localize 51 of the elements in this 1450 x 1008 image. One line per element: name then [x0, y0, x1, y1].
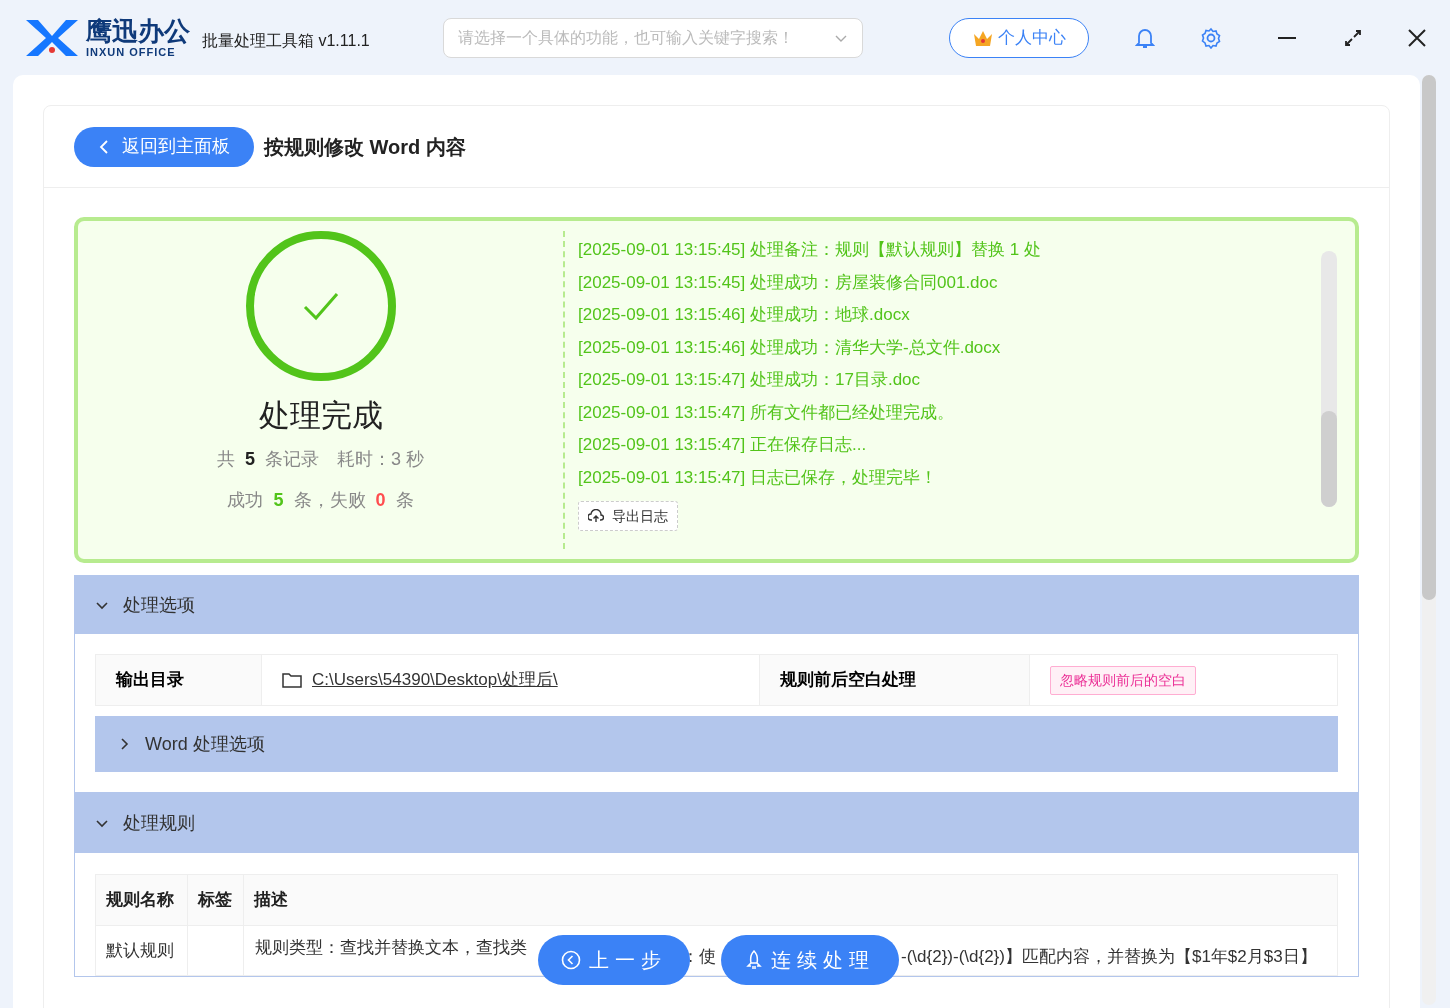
- output-path-link[interactable]: C:\Users\54390\Desktop\处理后\: [312, 667, 558, 693]
- column-header: 规则名称: [96, 875, 188, 925]
- log-line: [2025-09-01 13:15:45] 处理备注：规则【默认规则】替换 1 处: [578, 239, 1042, 261]
- section-header[interactable]: Word 处理选项: [95, 716, 1338, 772]
- field-label: 规则前后空白处理: [760, 655, 1030, 705]
- section-header[interactable]: 处理规则: [75, 793, 1358, 853]
- bell-icon[interactable]: [1135, 26, 1155, 49]
- elapsed-time: 耗时：3 秒: [337, 447, 424, 471]
- minimize-icon[interactable]: [1278, 35, 1296, 40]
- failed-count: 0: [375, 488, 386, 512]
- column-header: 标签: [188, 875, 244, 925]
- log-line: [2025-09-01 13:15:47] 处理成功：17目录.doc: [578, 369, 922, 391]
- success-count: 5: [273, 488, 284, 512]
- app-title: 批量处理工具箱 v1.11.1: [202, 30, 370, 51]
- logo-name: 鹰迅办公: [86, 17, 190, 44]
- logo-subtitle: INXUN OFFICE: [86, 46, 177, 58]
- page-title: 按规则修改 Word 内容: [264, 134, 466, 160]
- continue-button[interactable]: 连续处理: [721, 935, 899, 985]
- option-tag: 忽略规则前后的空白: [1050, 665, 1196, 695]
- log-line: [2025-09-01 13:15:47] 正在保存日志...: [578, 434, 868, 456]
- table-cell: 默认规则: [96, 924, 188, 975]
- log-line: [2025-09-01 13:15:45] 处理成功：房屋装修合同001.doc: [578, 271, 999, 294]
- summary-label: 条，失败: [293, 488, 366, 512]
- description-text: -(\d{2})-(\d{2})】匹配内容，并替换为【$1年$2月$3日】: [901, 946, 1317, 966]
- maximize-icon[interactable]: [1344, 28, 1362, 47]
- rocket-icon: [745, 950, 763, 970]
- result-heading: 处理完成: [258, 397, 383, 435]
- summary-label: 条记录: [265, 447, 319, 471]
- export-log-button[interactable]: 导出日志: [578, 501, 678, 531]
- log-line: [2025-09-01 13:15:46] 处理成功：地球.docx: [578, 304, 911, 326]
- log-line: [2025-09-01 13:15:47] 所有文件都已经处理完成。: [578, 401, 956, 424]
- back-button[interactable]: 返回到主面板: [74, 126, 254, 167]
- summary-label: 条: [395, 488, 414, 512]
- total-count: 5: [245, 447, 255, 471]
- log-line: [2025-09-01 13:15:46] 处理成功：清华大学-总文件.docx: [578, 336, 1002, 359]
- chevron-left-icon: [98, 139, 110, 154]
- section-header[interactable]: 处理选项: [75, 576, 1358, 634]
- description-text: 规则类型：查找并替换文本，查找类: [255, 936, 528, 959]
- previous-step-button[interactable]: 上一步: [538, 935, 690, 985]
- settings-icon[interactable]: [1200, 26, 1222, 49]
- folder-icon: [282, 672, 302, 688]
- chevron-left-circle-icon: [561, 950, 581, 970]
- close-icon[interactable]: [1408, 28, 1426, 47]
- user-center-button[interactable]: 个人中心: [949, 17, 1089, 58]
- column-header: 描述: [244, 875, 1337, 925]
- logo-icon: [24, 17, 80, 58]
- cloud-upload-icon: [588, 509, 604, 523]
- summary-label: 共: [217, 447, 235, 471]
- log-line: [2025-09-01 13:15:47] 日志已保存，处理完毕！: [578, 466, 939, 489]
- summary-label: 成功: [227, 488, 264, 512]
- field-label: 输出目录: [96, 655, 262, 705]
